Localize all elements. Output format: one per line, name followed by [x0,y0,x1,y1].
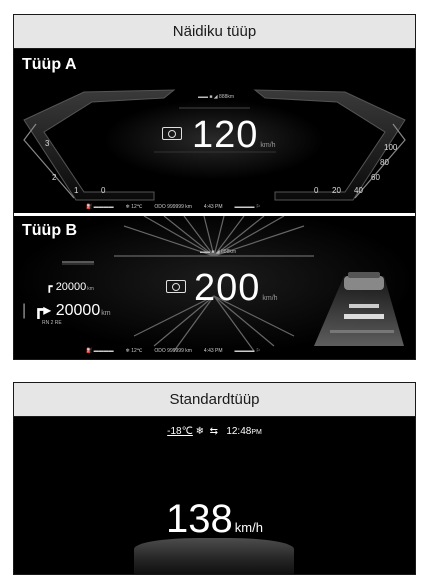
camera-icon [166,280,186,293]
type-a-speed-value: 120 [192,114,259,156]
type-a-right-tick-100: 100 [384,143,398,152]
meter-type-header: Näidiku tüüp [14,15,415,49]
type-b-speed-unit: km/h [262,295,278,302]
temperature-gauge: ▬▬▬▬ ⚐ [234,348,261,354]
nav-turn-value: 20000 [55,302,101,319]
type-a-right-tick-20: 20 [332,186,341,195]
lane-marker: | [22,302,27,319]
standard-type-panel: Standardtüüp -18℃ ❄ ⇆ 12:48PM 138 km/h [13,382,416,575]
type-a-top-indicator: ▬▬ ■ ◢ 888km [198,94,235,100]
standard-type-header: Standardtüüp [14,383,415,417]
turn-right-icon: ┏▸ [33,302,52,319]
standard-speed: 138 km/h [14,497,415,542]
clock: 4:43 PM [203,204,223,210]
car-icon: ⇆ [209,426,218,437]
type-a-right-tick-60: 60 [371,173,380,182]
type-b-speed: 200 km/h [194,267,278,310]
nav-road-name: RN 2 RE [42,320,62,326]
clock-time: 12:48 [226,426,252,437]
clock-suffix: PM [251,429,262,436]
fuel-gauge: ⛽ ▬▬▬▬ [86,348,114,354]
standard-speed-value: 138 [166,497,233,541]
type-a-left-tick-3: 1 [74,186,79,195]
snowflake-icon: ❄ [195,426,205,437]
type-a-left-tick-2: 2 [52,173,57,182]
nav-next-turn-unit: km [87,286,94,292]
odometer: ODO 999999 km [154,348,192,354]
type-a-right-tick-40: 40 [354,186,363,195]
camera-icon [162,127,182,140]
type-b-label: Tüüp B [22,222,78,239]
road-graphic [134,538,294,574]
outside-temperature: ❄ 12℃ [125,204,143,210]
odometer: ODO 999999 km [154,204,192,210]
type-b-display: Tüüp B ▬▬ ■ ◢ 888km 200 km/h ┏ 20000km |… [14,216,415,359]
meter-type-panel: Näidiku tüüp Tüüp A ▬▬ ■ ◢ 888km 120 km/… [13,14,416,360]
nav-turn-distance: | ┏▸ 20000km [22,300,111,320]
clock: 4:43 PM [203,348,223,354]
type-b-speed-value: 200 [194,267,261,309]
type-a-speed-unit: km/h [260,142,276,149]
type-a-left-tick-1: 3 [45,139,50,148]
type-b-top-indicator: ▬▬ ■ ◢ 888km [200,249,237,255]
standard-info-line: -18℃ ❄ ⇆ 12:48PM [14,426,415,437]
type-b-status-bar: ⛽ ▬▬▬▬ ❄ 12℃ ODO 999999 km 4:43 PM ▬▬▬▬ … [86,346,346,356]
temperature-gauge: ▬▬▬▬ ⚐ [234,204,261,210]
type-a-display: Tüüp A ▬▬ ■ ◢ 888km 120 km/h 3 2 1 0 0 2… [14,50,415,213]
nav-turn-unit: km [101,310,111,317]
type-a-left-gear: 0 [101,186,106,195]
nav-next-turn-distance: ┏ 20000km [46,280,94,293]
nav-next-turn-value: 20000 [55,281,87,293]
type-a-right-zero: 0 [314,186,319,195]
type-a-speed: 120 km/h [192,114,276,157]
turn-right-small-icon: ┏ [46,281,53,293]
outside-temperature: ❄ 12℃ [125,348,143,354]
fuel-gauge: ⛽ ▬▬▬▬ [86,204,114,210]
standard-speed-unit: km/h [234,520,263,535]
type-a-label: Tüüp A [22,56,77,73]
type-a-right-tick-80: 80 [380,158,389,167]
type-a-status-bar: ⛽ ▬▬▬▬ ❄ 12℃ ODO 999999 km 4:43 PM ▬▬▬▬ … [86,202,346,212]
standard-type-display: -18℃ ❄ ⇆ 12:48PM 138 km/h [14,418,415,574]
outside-temperature: -18℃ [167,426,193,437]
